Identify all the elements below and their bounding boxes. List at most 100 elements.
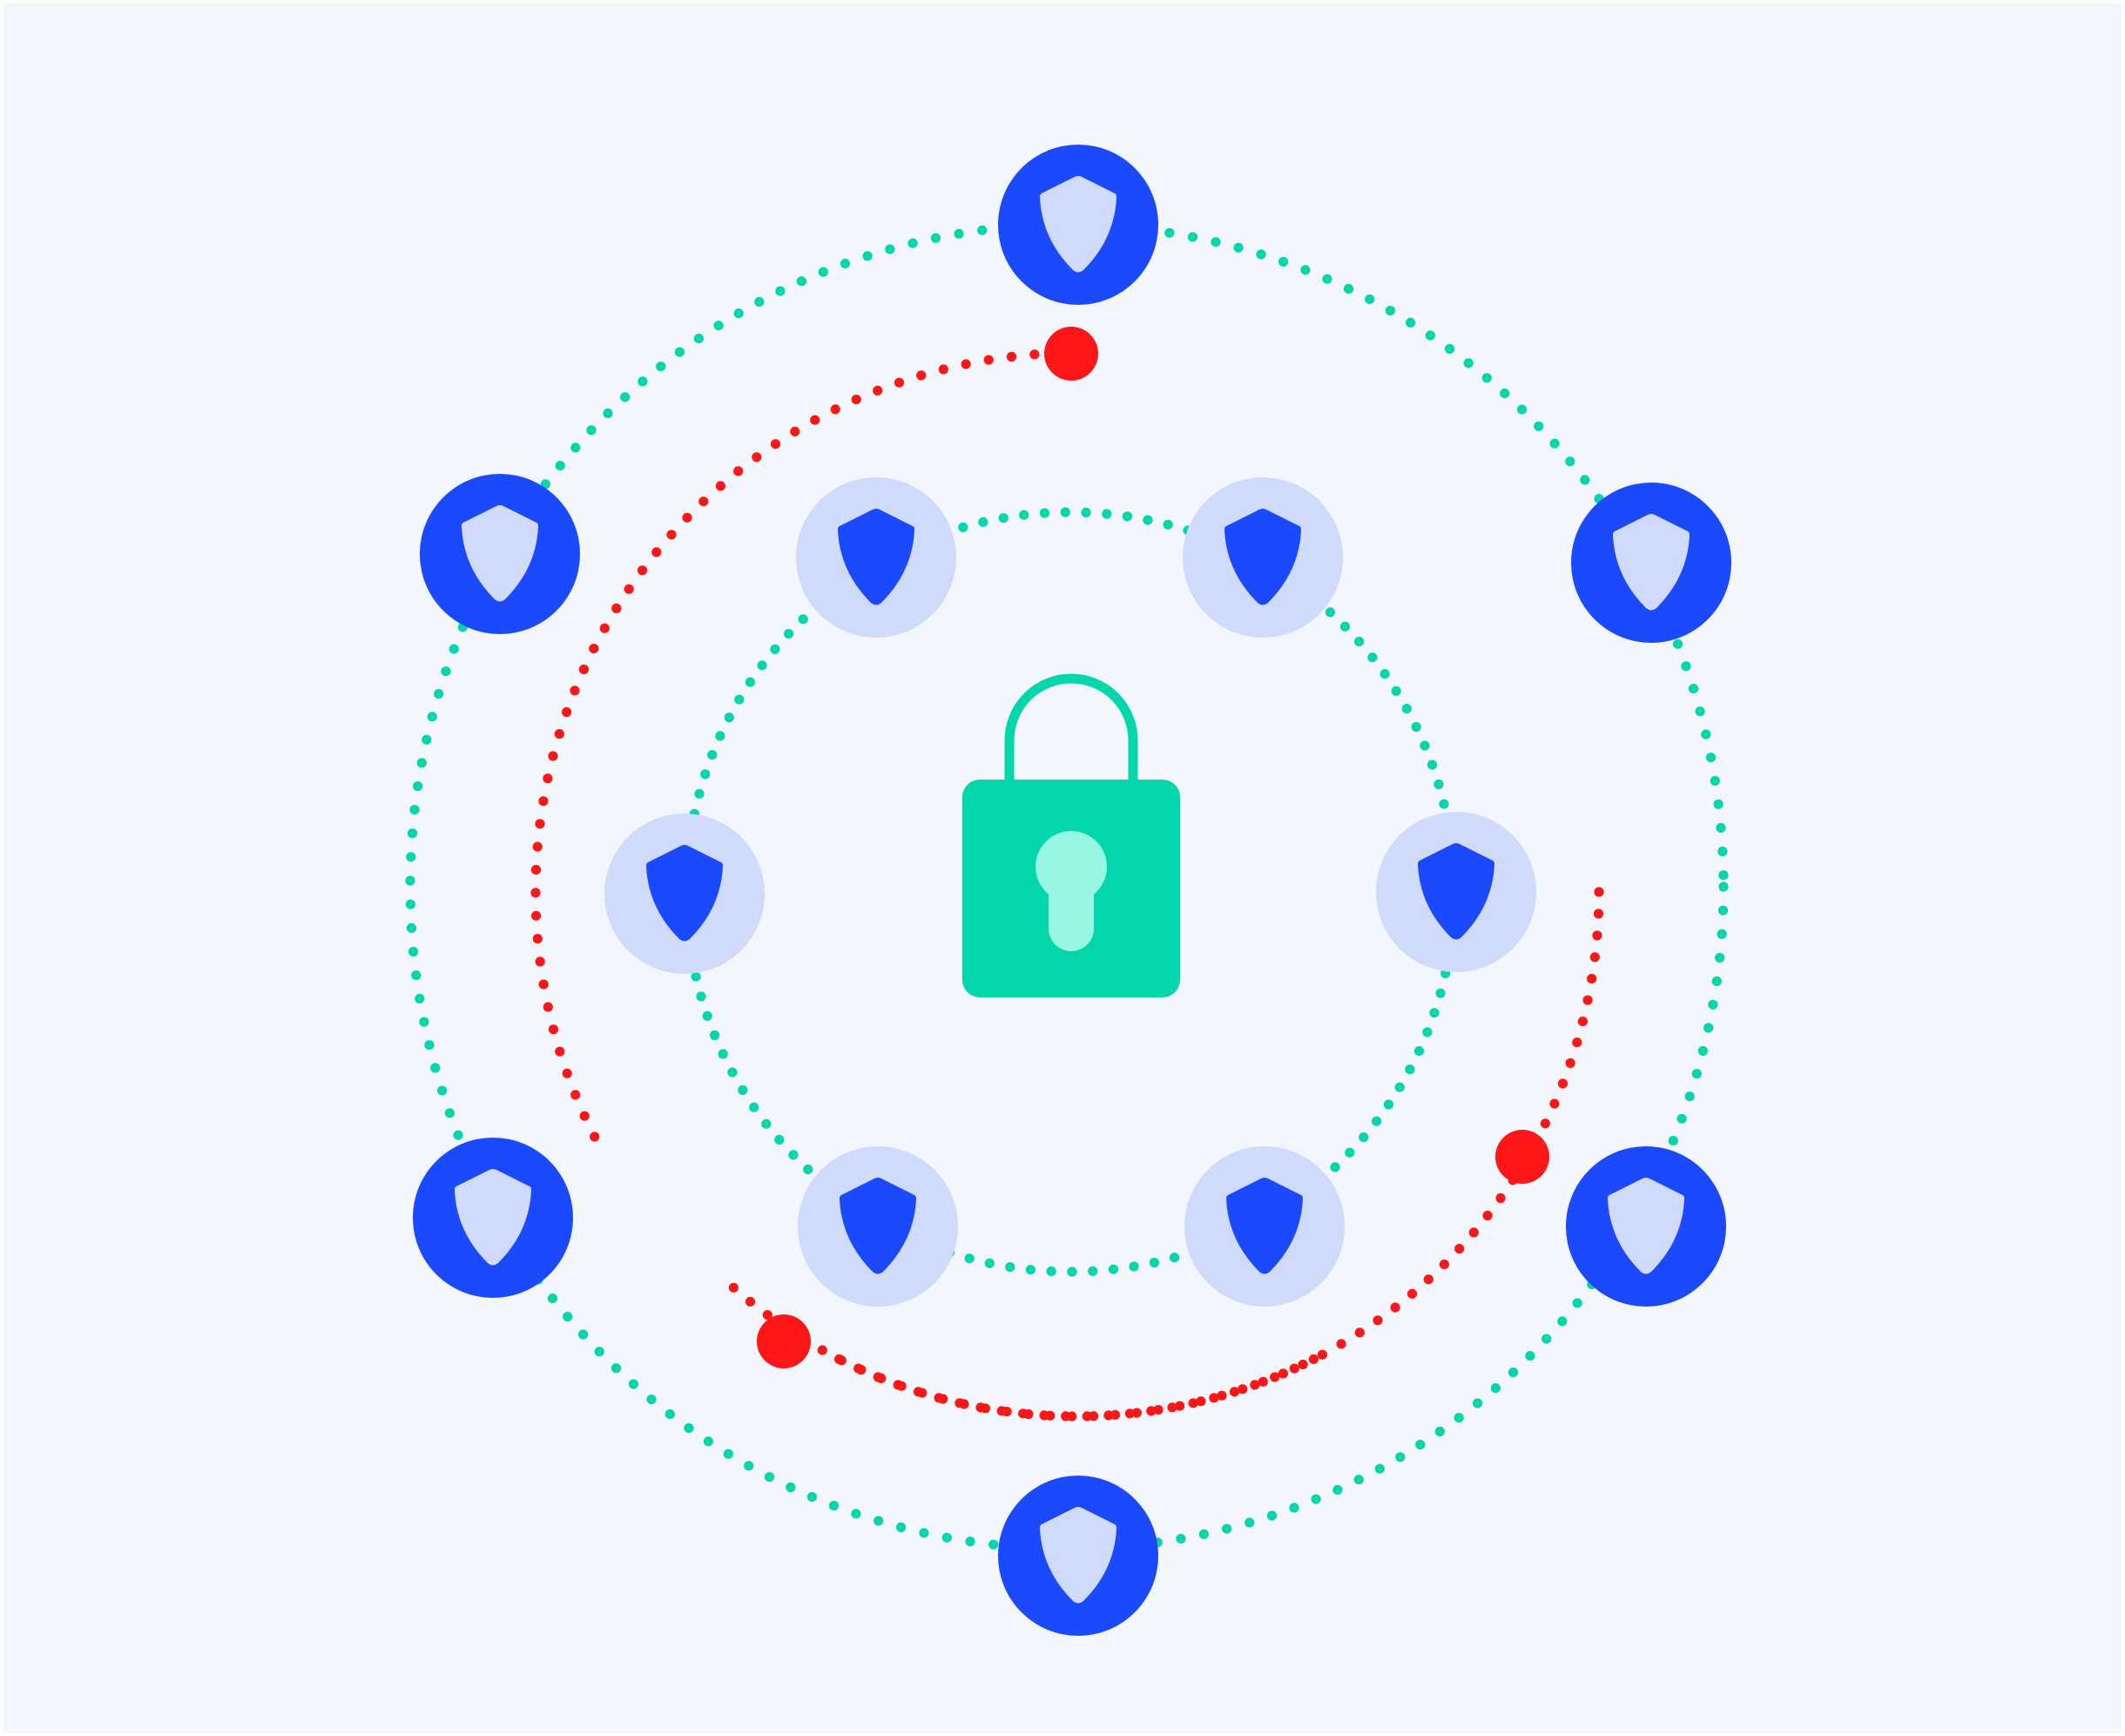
threat-path-dot [893,1380,903,1390]
threat-path-dot [1390,1302,1400,1313]
threat-path-dot [531,910,542,921]
outer-ring-dot [434,689,444,699]
outer-ring-dot [977,225,988,235]
threat-path-dot [1439,1260,1449,1270]
inner-ring-dot [702,1010,712,1021]
outer-ring-dot [1580,475,1590,485]
threat-dot-top [1044,327,1098,381]
outer-ring-dot [885,244,895,254]
outer-ring-dot [1395,1452,1406,1462]
inner-ring-dot [700,769,711,780]
inner-ring-dot [1383,1099,1393,1110]
outer-ring-dot [733,308,744,319]
threat-path-dot [1018,1408,1029,1419]
outer-ring-dot [1322,274,1332,284]
outer-node-top [998,145,1158,305]
outer-ring-dot [796,276,807,287]
inner-ring-dot [707,750,718,760]
outer-ring-dot [1718,870,1729,881]
outer-ring-dot [1525,1351,1535,1361]
outer-ring-dot [603,408,613,419]
threat-path-dot [1592,930,1602,941]
outer-ring-dot [1176,1533,1186,1544]
threat-path-dot [1454,1244,1465,1254]
inner-ring-dot [803,1164,813,1175]
outer-node-bottom [998,1476,1158,1636]
outer-ring-dot [1406,317,1416,328]
outer-ring-dot [406,852,416,862]
outer-ring-dot [444,1108,455,1118]
threat-path-dot [955,1398,965,1408]
outer-node-upper-left [420,474,580,634]
outer-ring-dot [449,644,459,654]
inner-ring-dot [984,1258,995,1268]
outer-ring-dot [1300,265,1311,275]
threat-path-dot [983,355,994,365]
threat-path-dot [1593,909,1604,919]
inner-ring-dot [770,644,780,654]
threat-path-dot [834,1354,845,1364]
outer-ring-dot [1463,358,1474,368]
outer-ring-dot [1245,1517,1255,1528]
outer-ring-dot [555,461,565,471]
threat-dot-bottom-left [757,1314,811,1368]
threat-path-dot [554,729,564,740]
outer-ring-dot [1717,905,1729,915]
outer-ring-dot [406,922,417,933]
outer-ring-dot [775,286,786,296]
outer-ring-dot [427,712,437,722]
threat-path-dot [570,1090,581,1100]
outer-ring-dot [1164,227,1175,238]
outer-node-upper-right [1571,483,1731,643]
inner-ring-dot [1413,1046,1425,1057]
inner-node-upper-left [796,477,956,638]
inner-ring-dot [1060,507,1070,517]
threat-path-dot [728,1282,739,1293]
threat-path-dot [1229,1387,1240,1397]
outer-ring-dot [1445,343,1455,355]
outer-ring-dot [965,1537,975,1547]
outer-ring-dot [453,1130,463,1140]
threat-path-dot [1582,995,1593,1005]
outer-ring-dot [988,1539,999,1550]
outer-ring-dot [1676,1113,1687,1124]
inner-ring-dot [1380,669,1390,679]
inner-ring-dot [958,522,968,533]
threat-path-dot [624,584,634,594]
threat-path-dot [752,452,762,463]
diagram-canvas [3,3,2122,1733]
threat-path-dot [543,773,553,784]
outer-ring-dot [1500,388,1510,399]
outer-ring-dot [764,1472,775,1483]
outer-ring-dot [1711,976,1722,987]
inner-ring-dot [694,788,705,799]
threat-path-dot [934,1393,944,1403]
inner-ring-dot [798,614,808,625]
threat-path-dot [1039,1410,1049,1421]
inner-ring-dot [1394,1082,1405,1092]
threat-path-dot [1124,1408,1135,1419]
threat-path-dot [1317,1349,1327,1360]
outer-ring-dot [1713,799,1724,809]
threat-path-dot [1549,1098,1560,1109]
outer-ring-dot [407,828,418,839]
outer-ring-dot [419,1017,429,1027]
outer-ring-dot [664,1408,675,1420]
outer-ring-dot [1710,775,1720,787]
threat-path-dot [1577,1017,1588,1027]
outer-ring-dot [1256,249,1266,260]
outer-ring-dot [919,1528,929,1538]
threat-path-dot [666,530,677,540]
inner-ring-dot [1434,779,1444,790]
inner-ring-dot [1345,1147,1355,1158]
outer-ring-dot [437,1085,448,1096]
outer-ring-dot [1266,1510,1278,1521]
inner-ring-dot [718,1049,728,1059]
outer-ring-dot [1718,882,1729,892]
outer-ring-dot [1688,684,1699,694]
outer-ring-dot [806,1491,818,1503]
outer-ring-dot [1343,283,1354,294]
outer-ring-dot [656,361,666,372]
threat-path-dot [770,439,781,449]
threat-path-dot [698,496,709,507]
